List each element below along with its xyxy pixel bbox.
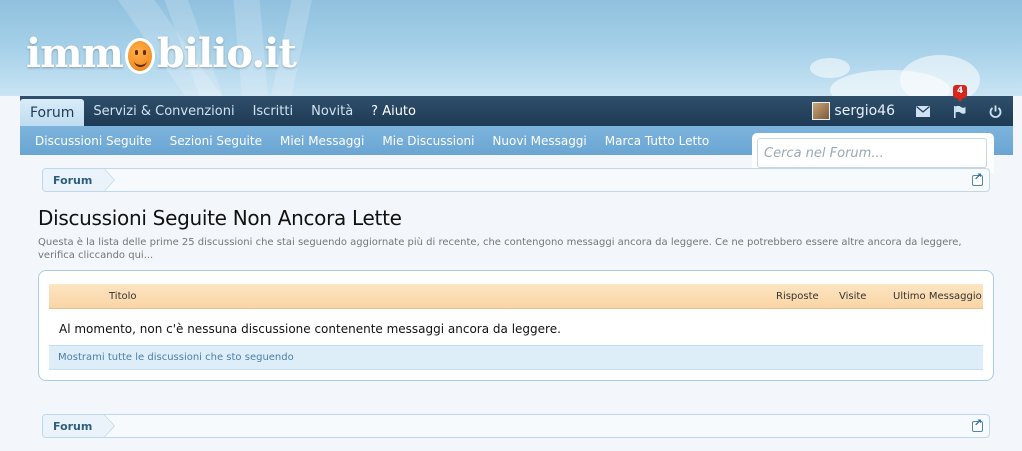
page-title: Discussioni Seguite Non Ancora Lette [38, 206, 402, 230]
table-header: Titolo Risposte Visite Ultimo Messaggio [49, 284, 983, 309]
breadcrumb-forum-bottom[interactable]: Forum [43, 414, 116, 438]
breadcrumb-forum[interactable]: Forum [43, 168, 116, 192]
jump-to-icon[interactable] [972, 418, 983, 432]
search-box [752, 133, 994, 173]
site-header: imm bilio.it [0, 0, 1022, 96]
power-icon [989, 105, 1001, 118]
subnav-marca-tutto-letto[interactable]: Marca Tutto Letto [596, 134, 718, 148]
jump-to-icon[interactable] [972, 172, 983, 186]
site-logo[interactable]: imm bilio.it [26, 30, 297, 77]
tab-novita[interactable]: Novità [302, 96, 362, 126]
tab-iscritti[interactable]: Iscritti [244, 96, 303, 126]
alerts-button[interactable]: 4 [941, 85, 977, 126]
tab-aiuto[interactable]: ? Aiuto [362, 96, 425, 126]
discussion-list-panel: Titolo Risposte Visite Ultimo Messaggio … [38, 270, 994, 381]
column-last-message[interactable]: Ultimo Messaggio [893, 291, 982, 302]
subnav-nuovi-messaggi[interactable]: Nuovi Messaggi [483, 134, 595, 148]
page-description: Questa è la lista delle prime 25 discuss… [38, 237, 962, 261]
subnav-sezioni-seguite[interactable]: Sezioni Seguite [161, 134, 271, 148]
username: sergio46 [834, 103, 895, 119]
empty-list-message: Al momento, non c'è nessuna discussione … [59, 322, 561, 336]
subnav-miei-messaggi[interactable]: Miei Messaggi [271, 134, 373, 148]
logo-face-icon [124, 37, 155, 74]
column-views[interactable]: Visite [839, 291, 866, 302]
breadcrumb-bottom: Forum [42, 414, 990, 438]
envelope-icon [916, 105, 930, 117]
avatar [812, 102, 831, 120]
column-replies[interactable]: Risposte [776, 291, 819, 302]
alerts-badge: 4 [953, 85, 968, 102]
tab-servizi[interactable]: Servizi & Convenzioni [84, 96, 243, 126]
tab-forum[interactable]: Forum [20, 99, 85, 126]
show-all-link[interactable]: Mostrami tutte le discussioni che sto se… [49, 345, 983, 370]
user-menu[interactable]: sergio46 [802, 96, 905, 126]
column-title[interactable]: Titolo [109, 291, 137, 302]
subnav-mie-discussioni[interactable]: Mie Discussioni [373, 134, 483, 148]
search-input[interactable] [757, 138, 987, 168]
main-nav: Forum Servizi & Convenzioni Iscritti Nov… [20, 85, 1013, 126]
flag-icon [953, 105, 965, 118]
logo-text-right: bilio.it [156, 30, 297, 77]
nav-user-area: sergio46 4 [802, 85, 1013, 126]
logout-button[interactable] [977, 96, 1013, 126]
subnav-discussioni-seguite[interactable]: Discussioni Seguite [26, 134, 161, 148]
inbox-button[interactable] [905, 96, 941, 126]
logo-text-left: imm [26, 30, 124, 77]
breadcrumb: Forum [42, 168, 990, 192]
